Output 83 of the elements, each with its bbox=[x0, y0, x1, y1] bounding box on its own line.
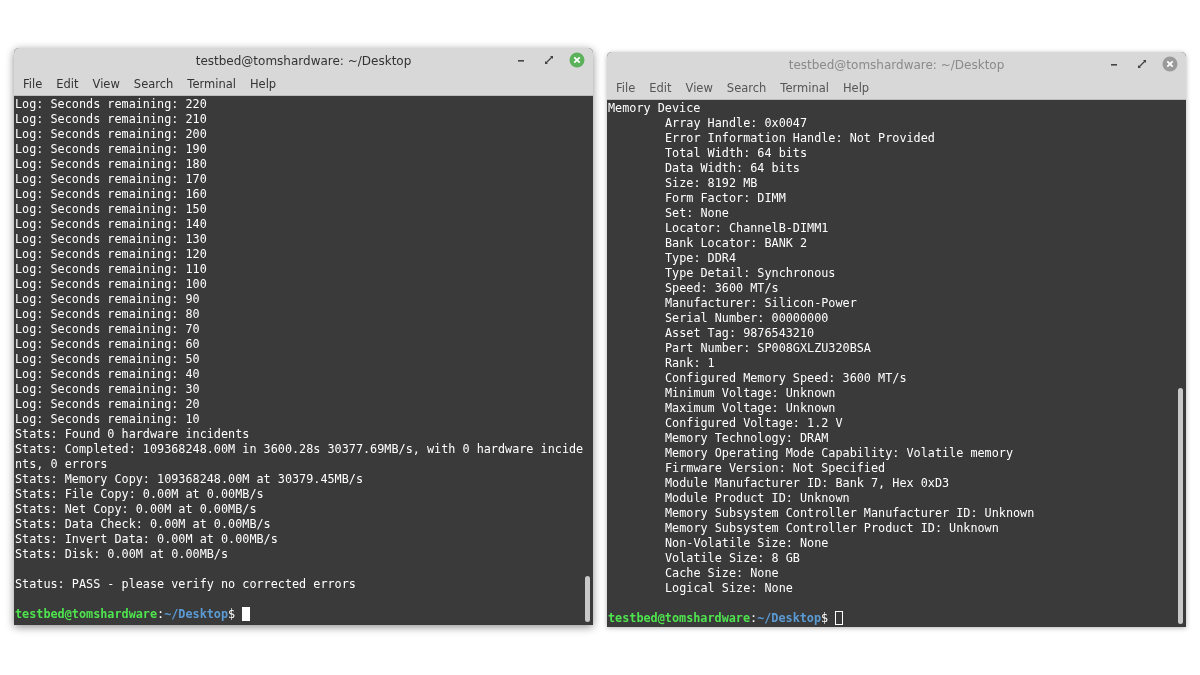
terminal-line: Non-Volatile Size: None bbox=[665, 536, 829, 551]
terminal-line: Locator: ChannelB-DIMM1 bbox=[665, 221, 829, 236]
terminal-line: Log: Seconds remaining: 50 bbox=[15, 352, 200, 367]
menu-item[interactable]: Search bbox=[126, 77, 181, 91]
terminal-line: Asset Tag: 9876543210 bbox=[665, 326, 815, 341]
terminal-line: Volatile Size: 8 GB bbox=[665, 551, 800, 566]
terminal-line: Memory Operating Mode Capability: Volatile memory bbox=[665, 446, 1013, 461]
prompt-user-host: testbed@tomshardware bbox=[15, 607, 158, 622]
terminal-line: Speed: 3600 MT/s bbox=[665, 281, 779, 296]
terminal-line: Stats: Memory Copy: 109368248.00M at 30379.45MB/s bbox=[15, 472, 363, 487]
terminal-line: Array Handle: 0x0047 bbox=[665, 116, 808, 131]
terminal-line: Memory Subsystem Controller Manufacturer ID: Unknown bbox=[665, 506, 1035, 521]
terminal-line: Log: Seconds remaining: 10 bbox=[15, 412, 200, 427]
terminal-line: Stats: Found 0 hardware incidents bbox=[15, 427, 250, 442]
scrollbar[interactable] bbox=[585, 576, 590, 622]
terminal-line: Set: None bbox=[665, 206, 729, 221]
prompt-separator: : bbox=[157, 607, 165, 622]
prompt-separator: : bbox=[750, 611, 758, 626]
terminal-line: Size: 8192 MB bbox=[665, 176, 758, 191]
terminal-line: Log: Seconds remaining: 190 bbox=[15, 142, 207, 157]
menu-item[interactable]: Terminal bbox=[180, 77, 243, 91]
terminal-line: Data Width: 64 bits bbox=[665, 161, 800, 176]
terminal-line: Rank: 1 bbox=[665, 356, 715, 371]
terminal-line: Log: Seconds remaining: 180 bbox=[15, 157, 207, 172]
terminal-line: Stats: Data Check: 0.00M at 0.00MB/s bbox=[15, 517, 271, 532]
terminal-line: nts, 0 errors bbox=[15, 457, 108, 472]
terminal-line: Log: Seconds remaining: 70 bbox=[15, 322, 200, 337]
terminal-line: Log: Seconds remaining: 170 bbox=[15, 172, 207, 187]
terminal-line: Firmware Version: Not Specified bbox=[665, 461, 886, 476]
terminal-line: Form Factor: DIMM bbox=[665, 191, 786, 206]
terminal-line: Log: Seconds remaining: 210 bbox=[15, 112, 207, 127]
menu-item[interactable]: Edit bbox=[49, 77, 86, 91]
terminal-line: Cache Size: None bbox=[665, 566, 779, 581]
terminal-line: Bank Locator: BANK 2 bbox=[665, 236, 808, 251]
terminal-line: Log: Seconds remaining: 220 bbox=[15, 97, 207, 112]
terminal-line: Log: Seconds remaining: 130 bbox=[15, 232, 207, 247]
terminal-line: Stats: Completed: 109368248.00M in 3600.28s 30377.69MB/s, with 0 hardware incide bbox=[15, 442, 584, 457]
terminal-line: Configured Memory Speed: 3600 MT/s bbox=[665, 371, 907, 386]
terminal-line: Module Product ID: Unknown bbox=[665, 491, 850, 506]
terminal-line: Memory Device bbox=[608, 101, 701, 116]
terminal-line: Log: Seconds remaining: 150 bbox=[15, 202, 207, 217]
terminal-line: Log: Seconds remaining: 40 bbox=[15, 367, 200, 382]
prompt-user-host: testbed@tomshardware bbox=[608, 611, 751, 626]
menu-item[interactable]: Help bbox=[242, 77, 284, 91]
terminal-line: Log: Seconds remaining: 20 bbox=[15, 397, 200, 412]
prompt-symbol: $ bbox=[821, 611, 829, 626]
close-icon[interactable] bbox=[569, 52, 585, 68]
terminal-line: Total Width: 64 bits bbox=[665, 146, 808, 161]
terminal-line: Configured Voltage: 1.2 V bbox=[665, 416, 843, 431]
window-title: testbed@tomshardware: ~/Desktop bbox=[195, 53, 412, 68]
terminal-line: Memory Subsystem Controller Product ID: Unknown bbox=[665, 521, 999, 536]
prompt-path: ~/Desktop bbox=[164, 607, 229, 622]
terminal-line: Log: Seconds remaining: 30 bbox=[15, 382, 200, 397]
terminal-line: Maximum Voltage: Unknown bbox=[665, 401, 836, 416]
terminal-line: Stats: Invert Data: 0.00M at 0.00MB/s bbox=[15, 532, 278, 547]
terminal-line: Module Manufacturer ID: Bank 7, Hex 0xD3 bbox=[665, 476, 950, 491]
terminal-line: Log: Seconds remaining: 100 bbox=[15, 277, 207, 292]
terminal-line: Memory Technology: DRAM bbox=[665, 431, 829, 446]
terminal-line: Type: DDR4 bbox=[665, 251, 737, 266]
terminal-line: Stats: File Copy: 0.00M at 0.00MB/s bbox=[15, 487, 264, 502]
menu-item[interactable]: View bbox=[85, 77, 127, 91]
terminal-line: Status: PASS - please verify no corrected errors bbox=[15, 577, 356, 592]
terminal-line: Log: Seconds remaining: 90 bbox=[15, 292, 200, 307]
menu-item[interactable]: File bbox=[16, 77, 50, 91]
terminal-line: Type Detail: Synchronous bbox=[665, 266, 836, 281]
terminal-line: Log: Seconds remaining: 200 bbox=[15, 127, 207, 142]
terminal-line: Minimum Voltage: Unknown bbox=[665, 386, 836, 401]
terminal-line: Manufacturer: Silicon-Power bbox=[665, 296, 857, 311]
terminal-line: Log: Seconds remaining: 80 bbox=[15, 307, 200, 322]
terminal-line: Log: Seconds remaining: 160 bbox=[15, 187, 207, 202]
terminal-line: Stats: Net Copy: 0.00M at 0.00MB/s bbox=[15, 502, 257, 517]
window-title: testbed@tomshardware: ~/Desktop bbox=[788, 57, 1005, 72]
terminal-line: Log: Seconds remaining: 140 bbox=[15, 217, 207, 232]
terminal-line: Log: Seconds remaining: 60 bbox=[15, 337, 200, 352]
prompt-symbol: $ bbox=[228, 607, 236, 622]
terminal-line: Stats: Disk: 0.00M at 0.00MB/s bbox=[15, 547, 229, 562]
terminal-line: Log: Seconds remaining: 120 bbox=[15, 247, 207, 262]
terminal-line: Error Information Handle: Not Provided bbox=[665, 131, 935, 146]
prompt-path: ~/Desktop bbox=[757, 611, 822, 626]
terminal-line: Logical Size: None bbox=[665, 581, 793, 596]
terminal-line: Log: Seconds remaining: 110 bbox=[15, 262, 207, 277]
terminal-line: Serial Number: 00000000 bbox=[665, 311, 829, 326]
terminal-line: Part Number: SP008GXLZU320BSA bbox=[665, 341, 871, 356]
